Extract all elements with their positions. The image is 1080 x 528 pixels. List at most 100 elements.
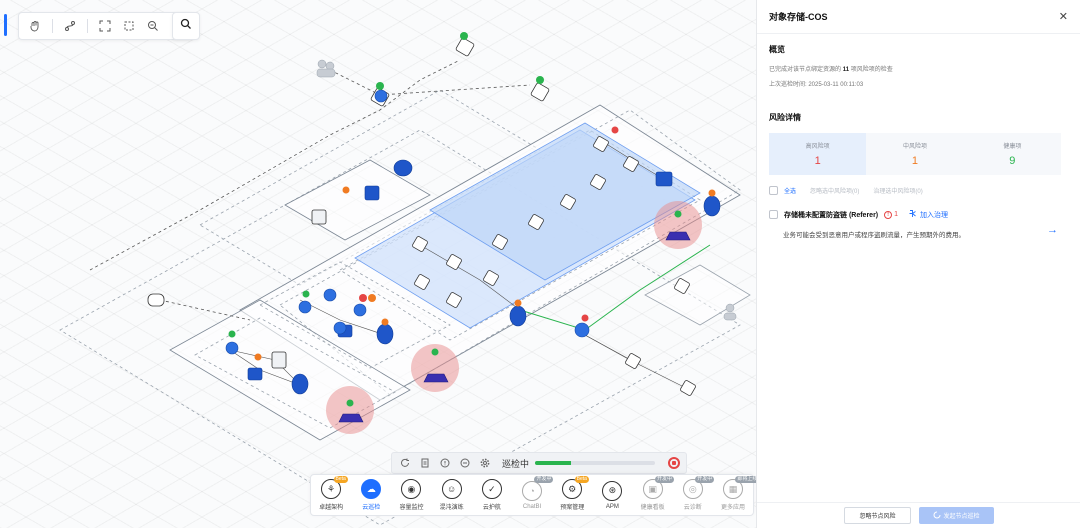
inspection-progress-fill xyxy=(535,461,572,465)
inspection-bar: 巡检中 xyxy=(391,452,687,474)
overview-summary: 已完成对该节点绑定资源的 11 项风险项的检查 xyxy=(769,67,893,73)
loading-icon xyxy=(933,511,941,521)
route-icon[interactable] xyxy=(60,16,80,36)
app-dock: ⚘ 卓越架构 Beta ☁ 云巡检 ◉ 容量监控 ☺ 混沌演练 ✓ 云护航 ◔ ChatBI 开发中 ⚙ 预案… xyxy=(310,474,756,516)
dock-item[interactable]: ◔ ChatBI 开发中 xyxy=(512,475,554,515)
alert-icon: ! xyxy=(884,210,893,219)
start-node-inspection-label: 发起节点巡检 xyxy=(943,514,980,520)
dock-item-badge: 开发中 xyxy=(655,476,675,483)
arrow-right-icon[interactable]: → xyxy=(1047,224,1058,236)
gear-icon[interactable] xyxy=(478,456,492,470)
canvas-toolbar xyxy=(18,12,194,40)
dock-item-badge: 即将上线 xyxy=(735,476,756,483)
add-to-governance-label: 加入治理 xyxy=(920,211,949,219)
toolbar-divider xyxy=(87,19,88,33)
stat-value: 9 xyxy=(1009,155,1016,167)
add-to-governance-button[interactable]: 加入治理 xyxy=(908,209,948,220)
select-all-link[interactable]: 全选 xyxy=(784,186,796,195)
overview-heading: 概览 xyxy=(769,45,785,54)
dock-item-badge: 开发中 xyxy=(695,476,715,483)
stat-value: 1 xyxy=(814,155,821,167)
start-node-inspection-button[interactable]: 发起节点巡检 xyxy=(918,507,994,524)
dock-item-label: 云诊断 xyxy=(683,505,702,511)
info-icon[interactable] xyxy=(438,456,452,470)
risk-count: ! 1 xyxy=(884,210,899,219)
risk-stats: 高风险项 1 中风险项 1 健康项 9 xyxy=(769,133,1061,175)
dock-item[interactable]: ◎ 云诊断 开发中 xyxy=(673,475,715,515)
dock-item[interactable]: ⊛ APM xyxy=(592,475,632,515)
risk-item-checkbox[interactable] xyxy=(769,210,778,219)
close-icon[interactable]: ✕ xyxy=(1059,10,1068,23)
highlight-cos-1 xyxy=(654,201,702,249)
chatbi-icon: ◔ xyxy=(522,480,543,501)
govern-selected-link[interactable]: 治理选中风险项(0) xyxy=(873,186,922,195)
search-button[interactable] xyxy=(172,12,200,40)
risk-details-heading: 风险详情 xyxy=(769,113,801,122)
dock-item[interactable]: ✓ 云护航 xyxy=(472,475,512,515)
stat-label: 健康项 xyxy=(1003,144,1022,150)
minus-circle-icon[interactable] xyxy=(458,456,472,470)
select-all-checkbox[interactable] xyxy=(769,186,778,195)
inspection-progress-bar xyxy=(535,461,656,465)
dock-item-label: 容量监控 xyxy=(399,505,424,511)
panel-footer: 忽略节点风险 发起节点巡检 xyxy=(757,502,1080,528)
ignore-node-risk-button[interactable]: 忽略节点风险 xyxy=(844,507,911,524)
dock-item[interactable]: ▦ 更多应用 即将上线 xyxy=(713,475,756,515)
fullscreen-icon[interactable] xyxy=(119,16,139,36)
dock-item-badge: Beta xyxy=(333,476,348,483)
apm-icon: ⊛ xyxy=(602,480,623,501)
dock-item[interactable]: ◉ 容量监控 xyxy=(391,475,431,515)
risk-item-title: 存储桶未配置防盗链 (Referer) xyxy=(784,211,879,219)
dock-item-label: ChatBI xyxy=(522,503,542,510)
risk-item: 存储桶未配置防盗链 (Referer) ! 1 加入治理 xyxy=(769,209,1065,220)
refresh-icon[interactable] xyxy=(398,456,412,470)
dock-item-label: 混沌演练 xyxy=(439,505,464,511)
inspection-status: 巡检中 xyxy=(502,458,530,469)
panel-title: 对象存储-COS xyxy=(769,12,828,22)
dock-item-label: 卓越架构 xyxy=(319,505,344,511)
dock-item[interactable]: ☁ 云巡检 xyxy=(351,475,391,515)
dock-item-label: 健康看板 xyxy=(640,505,665,511)
dock-item[interactable]: ▣ 健康看板 开发中 xyxy=(633,475,675,515)
node-detail-panel: 对象存储-COS ✕ 概览 已完成对该节点绑定资源的 11 项风险项的检查 上次… xyxy=(756,0,1080,528)
search-icon xyxy=(180,17,192,35)
governance-icon xyxy=(908,209,917,220)
risk-item-description: 业务可能会受到恶意用户或程序盗刷流量，产生预期外的费用。 xyxy=(783,232,965,239)
zoom-out-icon[interactable] xyxy=(143,16,163,36)
panel-accent-bar xyxy=(4,14,7,36)
topology-diagram xyxy=(59,32,751,526)
dock-item-badge: 开发中 xyxy=(534,476,554,483)
stat-high-risk[interactable]: 高风险项 1 xyxy=(769,133,867,175)
risk-count-value: 1 xyxy=(894,211,899,218)
stat-medium-risk[interactable]: 中风险项 1 xyxy=(866,133,963,175)
dock-item-label: 云护航 xyxy=(482,505,501,511)
dock-item[interactable]: ⚙ 预案管理 Beta xyxy=(552,475,592,515)
hand-icon[interactable] xyxy=(25,16,45,36)
capacity-monitor-icon: ◉ xyxy=(401,479,422,499)
dock-item-label: 更多应用 xyxy=(720,505,745,511)
cloud-escort-icon: ✓ xyxy=(481,479,502,499)
dock-item-label: 预案管理 xyxy=(560,505,585,511)
highlight-cos-3 xyxy=(326,386,374,434)
stat-label: 高风险项 xyxy=(805,144,830,150)
dock-item[interactable]: ☺ 混沌演练 xyxy=(432,475,472,515)
dock-item-label: APM xyxy=(605,503,619,510)
stat-label: 中风险项 xyxy=(902,144,927,150)
chaos-drill-icon: ☺ xyxy=(441,479,462,499)
topology-canvas[interactable]: 巡检中 ⚘ 卓越架构 Beta ☁ 云巡检 ◉ 容量监控 ☺ 混沌演练 ✓ 云护航 ◔ ChatBI 开发… xyxy=(0,0,756,528)
stat-healthy[interactable]: 健康项 9 xyxy=(964,133,1061,175)
dock-item-badge: Beta xyxy=(574,476,589,483)
stop-inspection-button[interactable] xyxy=(668,457,680,469)
stop-icon xyxy=(672,461,676,465)
cloud-inspection-icon: ☁ xyxy=(361,479,382,499)
toolbar-divider xyxy=(52,19,53,33)
dock-item-label: 云巡检 xyxy=(362,505,381,511)
last-inspection-time: 上次巡检时间: 2025-03-11 00:11:03 xyxy=(769,82,864,88)
dock-item[interactable]: ⚘ 卓越架构 Beta xyxy=(311,475,351,515)
fit-screen-icon[interactable] xyxy=(95,16,115,36)
stat-value: 1 xyxy=(911,155,919,167)
ignore-selected-link[interactable]: 忽略选中风险项(0) xyxy=(810,186,859,195)
panel-header: 对象存储-COS ✕ xyxy=(757,0,1080,34)
report-icon[interactable] xyxy=(418,456,432,470)
risk-filter-row: 全选 忽略选中风险项(0) 治理选中风险项(0) xyxy=(769,186,923,195)
